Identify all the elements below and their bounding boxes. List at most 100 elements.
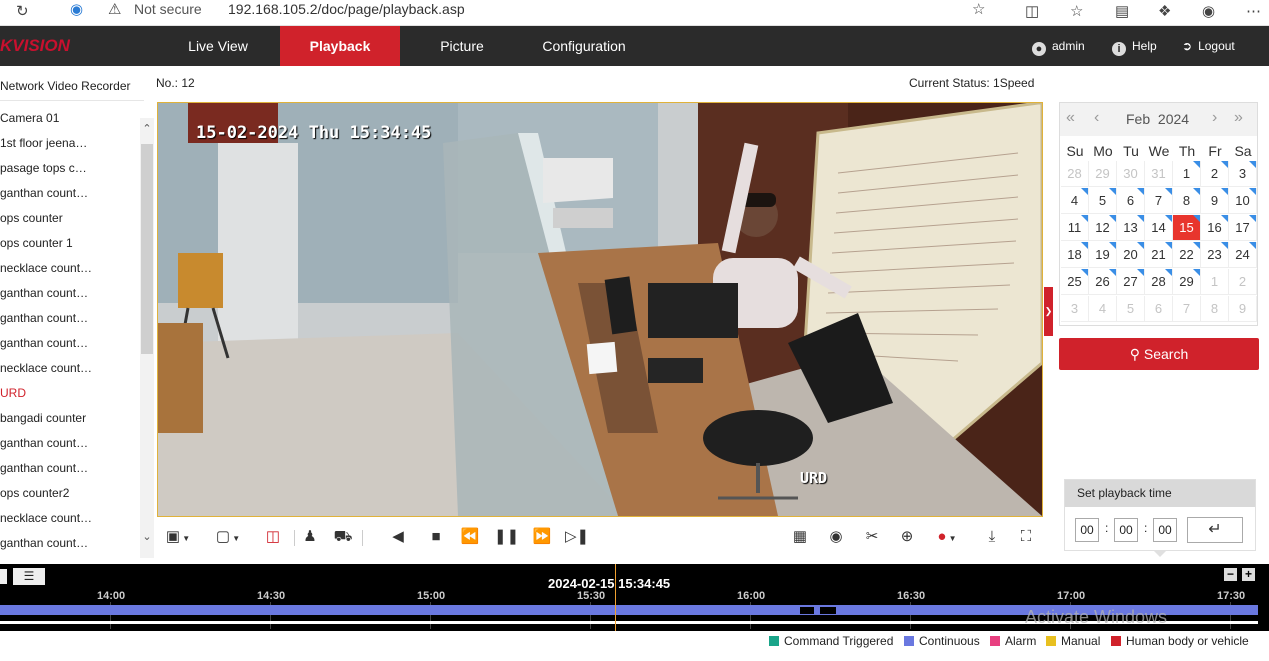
person-filter-icon[interactable]: ♟	[299, 528, 321, 546]
zoom-in-timeline-icon[interactable]: +	[1242, 568, 1255, 581]
filter-icon[interactable]: ☰	[13, 568, 45, 585]
camera-list-item[interactable]: bangadi counter	[0, 406, 138, 431]
scroll-down-icon[interactable]: ⌄	[140, 530, 154, 543]
hour-input[interactable]: 00	[1075, 518, 1099, 542]
pause-icon[interactable]: ❚❚	[494, 528, 519, 546]
calendar-day[interactable]: 4	[1061, 188, 1089, 214]
tab-live-view[interactable]: Live View	[157, 26, 279, 66]
download-icon[interactable]: ⤓	[981, 528, 1003, 546]
extensions-icon[interactable]: ❖	[1158, 2, 1171, 22]
calendar-day[interactable]: 28	[1145, 269, 1173, 295]
reverse-play-icon[interactable]: ◀	[387, 528, 409, 546]
calendar-day[interactable]: 30	[1117, 161, 1145, 187]
camera-list-item[interactable]: ganthan count…	[0, 306, 138, 331]
profile-icon[interactable]: ◉	[1202, 2, 1215, 22]
single-frame-icon[interactable]: ▷❚	[565, 528, 589, 546]
calendar-day[interactable]: 22	[1173, 242, 1201, 268]
collapse-panel-button[interactable]: ❯	[1044, 287, 1053, 336]
camera-list-item[interactable]: pasage tops c…	[0, 156, 138, 181]
go-to-time-button[interactable]: ↵	[1187, 517, 1243, 543]
camera-snapshot-icon[interactable]: ◉	[825, 528, 847, 546]
calendar-day[interactable]: 8	[1201, 296, 1229, 322]
calendar-day[interactable]: 1	[1201, 269, 1229, 295]
zoom-out-icon[interactable]: −	[1224, 568, 1237, 581]
second-input[interactable]: 00	[1153, 518, 1177, 542]
scrollbar-thumb[interactable]	[141, 144, 153, 354]
stop-icon[interactable]: ■	[425, 528, 447, 546]
calendar-day[interactable]: 24	[1229, 242, 1257, 268]
calendar-day[interactable]: 4	[1089, 296, 1117, 322]
calendar-day[interactable]: 12	[1089, 215, 1117, 241]
calendar-day[interactable]: 18	[1061, 242, 1089, 268]
clip-recording-icon[interactable]: ▦	[789, 528, 811, 546]
calendar-day[interactable]: 10	[1229, 188, 1257, 214]
calendar-day[interactable]: 3	[1061, 296, 1089, 322]
reload-icon[interactable]: ↻	[16, 2, 29, 22]
camera-list-item[interactable]: ganthan count…	[0, 456, 138, 481]
camera-list-item[interactable]: necklace count…	[0, 356, 138, 381]
calendar-day[interactable]: 16	[1201, 215, 1229, 241]
camera-list-item[interactable]: Camera 01	[0, 106, 138, 131]
camera-list-item[interactable]: ops counter 1	[0, 231, 138, 256]
stop-all-icon[interactable]: ◫	[261, 528, 285, 546]
scroll-up-icon[interactable]: ⌃	[140, 122, 154, 135]
fullscreen-icon[interactable]: ⛶	[1015, 528, 1037, 546]
camera-list-item[interactable]: ops counter2	[0, 481, 138, 506]
calendar-day[interactable]: 2	[1201, 161, 1229, 187]
calendar-day[interactable]: 17	[1229, 215, 1257, 241]
timeline-left-handle[interactable]	[0, 569, 7, 584]
calendar-day[interactable]: 6	[1117, 188, 1145, 214]
calendar-day[interactable]: 29	[1173, 269, 1201, 295]
logout-link[interactable]: ➲ Logout	[1182, 26, 1235, 66]
calendar-day[interactable]: 13	[1117, 215, 1145, 241]
window-layout-icon[interactable]: ▣ ▼	[163, 528, 193, 548]
camera-list-item[interactable]: ganthan count…	[0, 531, 138, 556]
slow-forward-icon[interactable]: ⏪	[458, 528, 482, 546]
audio-mute-icon[interactable]: ● ▼	[929, 528, 965, 548]
prev-year-icon[interactable]: «	[1066, 109, 1075, 127]
calendar-day[interactable]: 1	[1173, 161, 1201, 187]
camera-list-item[interactable]: URD	[0, 381, 138, 406]
tab-picture[interactable]: Picture	[402, 26, 522, 66]
tab-configuration[interactable]: Configuration	[524, 26, 644, 66]
favorite-star-icon[interactable]: ☆	[972, 0, 985, 20]
more-menu-icon[interactable]: ⋯	[1246, 2, 1261, 22]
calendar-day[interactable]: 2	[1229, 269, 1257, 295]
calendar-day[interactable]: 19	[1089, 242, 1117, 268]
fast-forward-icon[interactable]: ⏩	[530, 528, 554, 546]
collections-icon[interactable]: ▤	[1115, 2, 1129, 22]
calendar-day[interactable]: 25	[1061, 269, 1089, 295]
calendar-day[interactable]: 27	[1117, 269, 1145, 295]
calendar-day[interactable]: 5	[1117, 296, 1145, 322]
calendar-day[interactable]: 29	[1089, 161, 1117, 187]
camera-list-item[interactable]: ganthan count…	[0, 431, 138, 456]
timeline-cursor[interactable]	[615, 564, 616, 631]
video-player[interactable]: 15-02-2024 Thu 15:34:45 URD	[157, 102, 1043, 517]
calendar-day[interactable]: 20	[1117, 242, 1145, 268]
calendar-day[interactable]: 8	[1173, 188, 1201, 214]
split-screen-icon[interactable]: ◫	[1025, 2, 1039, 22]
window-split-icon[interactable]: ▢ ▼	[211, 528, 245, 548]
prev-month-icon[interactable]: ‹	[1094, 109, 1099, 127]
calendar-day[interactable]: 6	[1145, 296, 1173, 322]
calendar-day[interactable]: 5	[1089, 188, 1117, 214]
scissors-icon[interactable]: ✂	[861, 528, 883, 546]
calendar-day[interactable]: 9	[1229, 296, 1257, 322]
calendar-day[interactable]: 3	[1229, 161, 1257, 187]
favorites-icon[interactable]: ☆	[1070, 2, 1083, 22]
calendar-day[interactable]: 26	[1089, 269, 1117, 295]
help-link[interactable]: i Help	[1112, 26, 1157, 66]
zoom-in-icon[interactable]: ⊕	[896, 528, 918, 546]
calendar-day[interactable]: 23	[1201, 242, 1229, 268]
calendar-day[interactable]: 15	[1173, 215, 1201, 241]
camera-list-item[interactable]: necklace count…	[0, 256, 138, 281]
camera-list-item[interactable]: 1st floor jeena…	[0, 131, 138, 156]
calendar-day[interactable]: 9	[1201, 188, 1229, 214]
camera-list-item[interactable]: ganthan count…	[0, 331, 138, 356]
user-menu[interactable]: ● admin	[1032, 26, 1085, 66]
camera-list-item[interactable]: necklace count…	[0, 506, 138, 531]
calendar-day[interactable]: 11	[1061, 215, 1089, 241]
calendar-day[interactable]: 21	[1145, 242, 1173, 268]
camera-list-item[interactable]: ganthan count…	[0, 181, 138, 206]
minute-input[interactable]: 00	[1114, 518, 1138, 542]
